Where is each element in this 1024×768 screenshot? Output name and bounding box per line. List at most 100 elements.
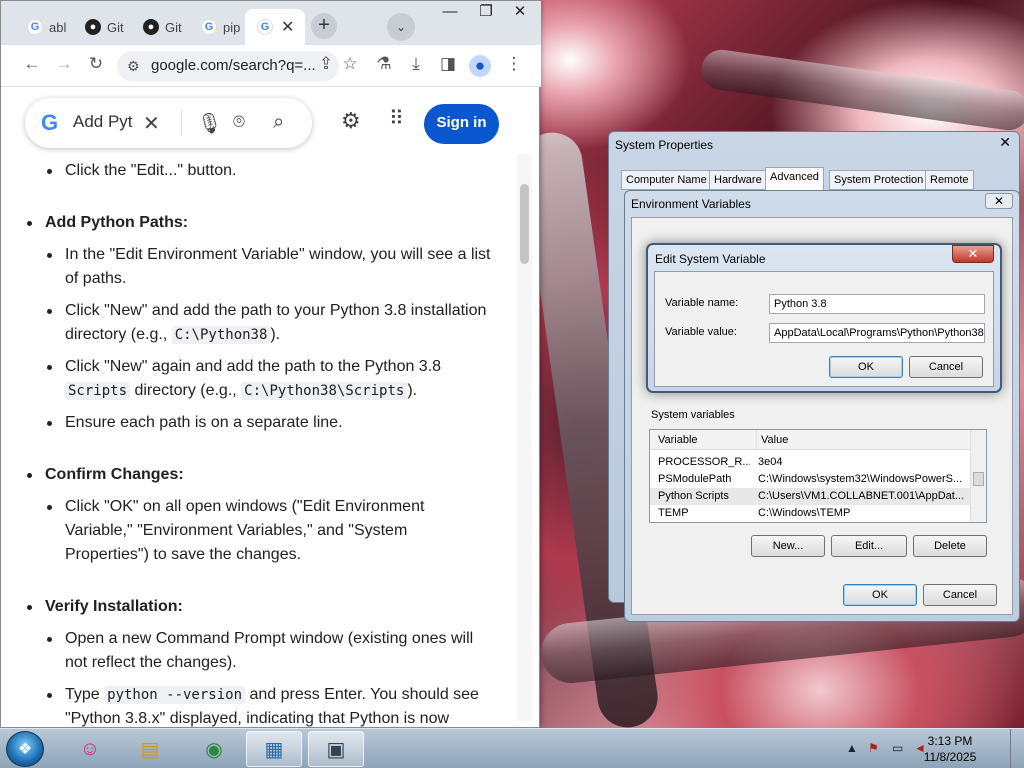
close-window-button[interactable]: ✕ bbox=[505, 1, 535, 23]
text-span: Type bbox=[65, 686, 105, 703]
divider bbox=[181, 110, 182, 136]
page-scrollbar[interactable] bbox=[517, 154, 532, 721]
new-tab-button[interactable]: + bbox=[311, 13, 337, 39]
google-search-box[interactable]: G Add Pyt ✕ 🎙 ⌾ ⌕ bbox=[25, 98, 312, 148]
browser-tab-2[interactable]: ● Git bbox=[73, 9, 131, 45]
labs-flask-icon[interactable]: ⚗ bbox=[373, 54, 395, 74]
browser-toolbar: ← → ↻ ⚙ google.com/search?q=... ⇪ ☆ ⚗ ⤓ ◨… bbox=[1, 45, 541, 87]
column-header-value[interactable]: Value bbox=[756, 430, 788, 450]
show-hidden-icons-icon[interactable]: ▲ bbox=[846, 741, 858, 755]
chrome-icon[interactable]: ◉ bbox=[186, 731, 242, 767]
table-row[interactable]: PSModulePath C:\Windows\system32\WindowsP… bbox=[650, 471, 970, 488]
maximize-button[interactable]: ❐ bbox=[471, 1, 501, 23]
browser-tab-3[interactable]: ● Git bbox=[131, 9, 189, 45]
cat-app-icon[interactable]: ☺ bbox=[62, 731, 118, 767]
taskbar: ❖ ☺ ▤ ◉ ▦ ▣ ▲ ⚑ ▭ ◄ 3:13 PM 11/8/2025 bbox=[0, 728, 1024, 768]
text-line: directory (e.g., C:\Python38). bbox=[65, 323, 505, 347]
close-icon[interactable]: ✕ bbox=[985, 193, 1013, 209]
dialog-body: Variable name: Python 3.8 Variable value… bbox=[654, 271, 994, 387]
action-center-icon[interactable]: ⚑ bbox=[868, 741, 879, 755]
show-desktop-button[interactable] bbox=[1010, 729, 1024, 768]
code-span: Scripts bbox=[65, 382, 131, 400]
control-panel-icon[interactable]: ▦ bbox=[246, 731, 302, 767]
close-icon[interactable]: ✕ bbox=[952, 245, 994, 263]
search-icon[interactable]: ⌕ bbox=[273, 111, 284, 134]
site-info-icon[interactable]: ⚙ bbox=[127, 51, 140, 81]
value-cell: C:\Windows\system32\WindowsPowerS... bbox=[758, 473, 963, 485]
apps-grid-icon[interactable]: ⠿ bbox=[389, 106, 404, 131]
text-line: Properties") to save the changes. bbox=[65, 546, 302, 563]
delete-variable-button[interactable]: Delete bbox=[913, 535, 987, 557]
network-icon[interactable]: ▭ bbox=[892, 741, 903, 755]
browser-tab-4[interactable]: Gpip bbox=[189, 9, 247, 45]
list-scrollbar[interactable] bbox=[970, 430, 986, 522]
close-tab-icon[interactable]: ✕ bbox=[281, 17, 294, 37]
text-line: Open a new Command Prompt window (existi… bbox=[65, 630, 474, 647]
system-clock[interactable]: 3:13 PM 11/8/2025 bbox=[920, 733, 980, 765]
text-span: ). bbox=[407, 382, 418, 399]
section-heading: Confirm Changes: bbox=[27, 463, 184, 487]
wallpaper-cable bbox=[698, 47, 1024, 133]
profile-avatar-icon[interactable]: ● bbox=[469, 55, 491, 77]
text-line: of paths. bbox=[65, 270, 127, 287]
google-icon: G bbox=[27, 19, 43, 35]
new-variable-button[interactable]: New... bbox=[751, 535, 825, 557]
share-icon[interactable]: ⇪ bbox=[315, 54, 337, 74]
variable-cell: PSModulePath bbox=[658, 473, 732, 485]
cancel-button[interactable]: Cancel bbox=[909, 356, 983, 378]
file-explorer-icon[interactable]: ▤ bbox=[122, 731, 178, 767]
clock-time: 3:13 PM bbox=[927, 734, 973, 748]
download-icon[interactable]: ⤓ bbox=[405, 54, 427, 74]
table-row-selected[interactable]: Python Scripts C:\Users\VM1.COLLABNET.001… bbox=[650, 488, 970, 505]
settings-gear-icon[interactable]: ⚙ bbox=[341, 108, 361, 134]
lens-search-icon[interactable]: ⌾ bbox=[233, 111, 245, 134]
tab-system-protection[interactable]: System Protection bbox=[829, 170, 929, 190]
variable-cell: Python Scripts bbox=[658, 490, 729, 502]
reload-icon[interactable]: ↻ bbox=[85, 54, 107, 74]
variable-cell: TEMP bbox=[658, 507, 689, 519]
clear-search-icon[interactable]: ✕ bbox=[143, 111, 160, 136]
system-properties-taskbar-icon[interactable]: ▣ bbox=[308, 731, 364, 767]
browser-tab-active[interactable]: G ✕ bbox=[245, 9, 305, 45]
bookmark-star-icon[interactable]: ☆ bbox=[339, 54, 361, 74]
search-result-content: Click the "Edit..." button. Add Python P… bbox=[1, 154, 517, 729]
scrollbar-thumb[interactable] bbox=[520, 184, 529, 264]
side-panel-icon[interactable]: ◨ bbox=[437, 54, 459, 74]
edit-variable-button[interactable]: Edit... bbox=[831, 535, 907, 557]
voice-search-icon[interactable]: 🎙 bbox=[197, 111, 222, 136]
dialog-title: Environment Variables bbox=[631, 197, 751, 211]
scrollbar-thumb[interactable] bbox=[973, 472, 984, 486]
minimize-button[interactable]: — bbox=[435, 1, 465, 23]
code-span: C:\Python38 bbox=[171, 326, 271, 344]
tab-remote[interactable]: Remote bbox=[925, 170, 974, 190]
tab-computer-name[interactable]: Computer Name bbox=[621, 170, 712, 190]
column-header-variable[interactable]: Variable bbox=[658, 430, 698, 450]
value-cell: 3e04 bbox=[758, 456, 783, 468]
forward-icon[interactable]: → bbox=[53, 54, 75, 74]
menu-kebab-icon[interactable]: ⋮ bbox=[503, 54, 525, 74]
start-button[interactable]: ❖ bbox=[6, 731, 44, 767]
tab-label: Git bbox=[107, 19, 124, 35]
tab-hardware[interactable]: Hardware bbox=[709, 170, 767, 190]
table-row[interactable]: PROCESSOR_R... 3e04 bbox=[650, 454, 970, 471]
dialog-title: Edit System Variable bbox=[655, 252, 766, 266]
google-logo-icon: G bbox=[41, 110, 59, 135]
ok-button[interactable]: OK bbox=[843, 584, 917, 606]
cancel-button[interactable]: Cancel bbox=[923, 584, 997, 606]
tab-search-button[interactable]: ⌄ bbox=[387, 13, 415, 41]
url-text: google.com/search?q=... bbox=[151, 57, 316, 74]
table-row[interactable]: TEMP C:\Windows\TEMP bbox=[650, 505, 970, 522]
sign-in-button[interactable]: Sign in bbox=[424, 104, 499, 144]
variable-value-field[interactable]: AppData\Local\Programs\Python\Python38 bbox=[769, 323, 985, 343]
tab-advanced[interactable]: Advanced bbox=[765, 167, 824, 191]
system-variables-list[interactable]: Variable Value PROCESSOR_R... 3e04 PSModu… bbox=[649, 429, 987, 523]
address-bar[interactable]: ⚙ google.com/search?q=... bbox=[117, 51, 339, 81]
back-icon[interactable]: ← bbox=[21, 54, 43, 74]
text-line: not reflect the changes). bbox=[65, 654, 237, 671]
browser-tab-1[interactable]: Gabl bbox=[15, 9, 73, 45]
close-icon[interactable]: ✕ bbox=[999, 134, 1011, 151]
variable-name-field[interactable]: Python 3.8 bbox=[769, 294, 985, 314]
search-query-text[interactable]: Add Pyt bbox=[73, 112, 133, 132]
tab-strip: Gabl ● Git ● Git Gpip G ✕ + ⌄ — ❐ ✕ bbox=[1, 1, 541, 45]
ok-button[interactable]: OK bbox=[829, 356, 903, 378]
